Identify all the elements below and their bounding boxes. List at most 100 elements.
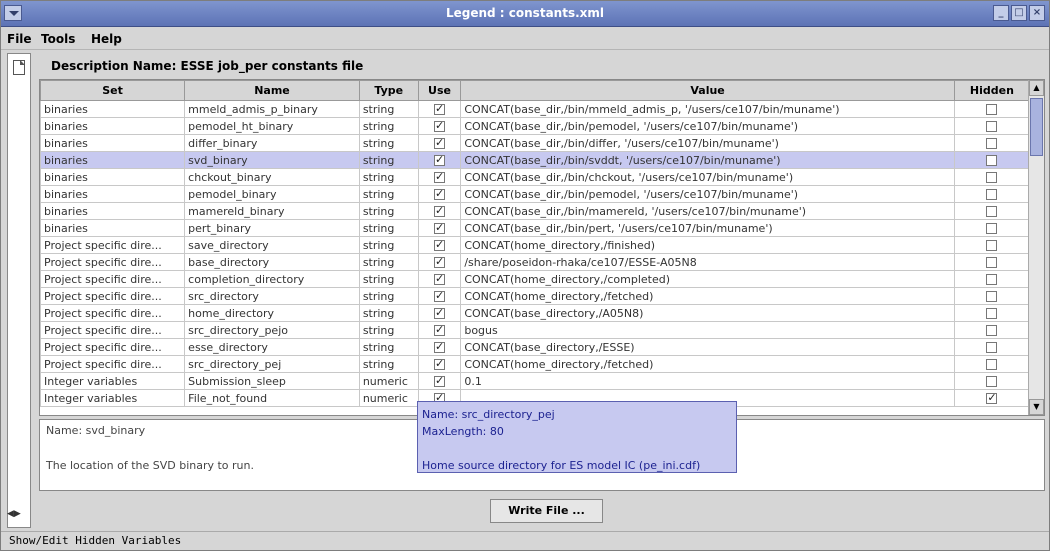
hidden-checkbox[interactable] xyxy=(986,376,998,387)
cell-set[interactable]: Project specific dire... xyxy=(40,253,186,271)
cell-set[interactable]: Project specific dire... xyxy=(40,304,186,322)
cell-type[interactable]: string xyxy=(358,134,419,152)
column-header-name[interactable]: Name xyxy=(184,80,360,101)
hidden-checkbox[interactable] xyxy=(986,325,998,336)
cell-set[interactable]: Project specific dire... xyxy=(40,338,186,356)
cell-value[interactable]: CONCAT(base_dir,/bin/pemodel, '/users/ce… xyxy=(460,117,955,135)
menu-tools[interactable]: Tools xyxy=(41,32,75,46)
cell-value[interactable]: CONCAT(base_directory,/A05N8) xyxy=(460,304,955,322)
cell-type[interactable]: string xyxy=(358,168,419,186)
hidden-checkbox[interactable] xyxy=(986,172,998,183)
cell-type[interactable]: string xyxy=(358,355,419,373)
use-checkbox[interactable] xyxy=(434,153,446,166)
hidden-checkbox[interactable] xyxy=(986,189,998,200)
use-checkbox[interactable] xyxy=(434,340,446,353)
table-row[interactable]: binariesmamereld_binarystring CONCAT(base… xyxy=(40,202,1031,220)
hidden-checkbox[interactable] xyxy=(986,104,998,115)
cell-set[interactable]: binaries xyxy=(40,100,186,118)
cell-set[interactable]: binaries xyxy=(40,134,186,152)
cell-type[interactable]: string xyxy=(358,253,419,271)
column-header-use[interactable]: Use xyxy=(417,80,462,101)
cell-name[interactable]: mamereld_binary xyxy=(184,202,360,220)
column-header-set[interactable]: Set xyxy=(40,80,186,101)
cell-name[interactable]: home_directory xyxy=(184,304,360,322)
cell-value[interactable]: CONCAT(base_dir,/bin/differ, '/users/ce1… xyxy=(460,134,955,152)
minimize-icon[interactable]: _ xyxy=(993,5,1009,21)
title-bar[interactable]: Legend : constants.xml _ □ × xyxy=(1,1,1049,27)
cell-name[interactable]: save_directory xyxy=(184,236,360,254)
cell-type[interactable]: string xyxy=(358,270,419,288)
column-header-type[interactable]: Type xyxy=(358,80,419,101)
scroll-down-icon[interactable]: ▼ xyxy=(1029,399,1044,415)
cell-name[interactable]: differ_binary xyxy=(184,134,360,152)
cell-type[interactable]: numeric xyxy=(358,389,419,407)
cell-value[interactable]: CONCAT(home_directory,/fetched) xyxy=(460,287,955,305)
cell-type[interactable]: string xyxy=(358,338,419,356)
document-icon[interactable] xyxy=(13,60,25,75)
cell-type[interactable]: string xyxy=(358,202,419,220)
cell-type[interactable]: string xyxy=(358,117,419,135)
cell-type[interactable]: string xyxy=(358,151,419,169)
cell-type[interactable]: string xyxy=(358,185,419,203)
cell-value[interactable]: 0.1 xyxy=(460,372,955,390)
cell-name[interactable]: base_directory xyxy=(184,253,360,271)
cell-set[interactable]: binaries xyxy=(40,202,186,220)
menu-help[interactable]: Help xyxy=(91,32,122,46)
cell-value[interactable]: CONCAT(home_directory,/finished) xyxy=(460,236,955,254)
hidden-checkbox[interactable] xyxy=(986,308,998,319)
hidden-checkbox[interactable] xyxy=(986,138,998,149)
hidden-checkbox[interactable] xyxy=(986,257,998,268)
scroll-up-icon[interactable]: ▲ xyxy=(1029,80,1044,96)
cell-set[interactable]: binaries xyxy=(40,168,186,186)
cell-set[interactable]: Project specific dire... xyxy=(40,355,186,373)
hidden-checkbox[interactable] xyxy=(986,274,998,285)
use-checkbox[interactable] xyxy=(434,357,446,370)
cell-value[interactable]: /share/poseidon-rhaka/ce107/ESSE-A05N8 xyxy=(460,253,955,271)
use-checkbox[interactable] xyxy=(434,136,446,149)
table-row[interactable]: Project specific dire... src_directory_pe… xyxy=(40,321,1031,339)
cell-set[interactable]: Project specific dire... xyxy=(40,236,186,254)
table-row[interactable]: Project specific dire... base_directory st… xyxy=(40,253,1031,271)
close-icon[interactable]: × xyxy=(1029,5,1045,21)
table-row[interactable]: binariespemodel_binarystring CONCAT(base_… xyxy=(40,185,1031,203)
cell-name[interactable]: mmeld_admis_p_binary xyxy=(184,100,360,118)
use-checkbox[interactable] xyxy=(434,204,446,217)
use-checkbox[interactable] xyxy=(434,255,446,268)
cell-value[interactable]: CONCAT(home_directory,/fetched) xyxy=(460,355,955,373)
cell-name[interactable]: src_directory_pej xyxy=(184,355,360,373)
table-row[interactable]: Project specific dire... src_directory_pe… xyxy=(40,355,1031,373)
cell-value[interactable]: CONCAT(base_dir,/bin/svddt, '/users/ce10… xyxy=(460,151,955,169)
cell-type[interactable]: string xyxy=(358,236,419,254)
cell-value[interactable]: CONCAT(home_directory,/completed) xyxy=(460,270,955,288)
cell-set[interactable]: binaries xyxy=(40,151,186,169)
table-row[interactable]: Project specific dire... src_directory str… xyxy=(40,287,1031,305)
use-checkbox[interactable] xyxy=(434,238,446,251)
table-row[interactable]: binariesdiffer_binarystring CONCAT(base_d… xyxy=(40,134,1031,152)
cell-name[interactable]: chckout_binary xyxy=(184,168,360,186)
cell-set[interactable]: Project specific dire... xyxy=(40,270,186,288)
table-row[interactable]: Project specific dire... completion_direc… xyxy=(40,270,1031,288)
cell-name[interactable]: src_directory_pejo xyxy=(184,321,360,339)
cell-set[interactable]: Integer variables xyxy=(40,372,186,390)
cell-name[interactable]: pemodel_binary xyxy=(184,185,360,203)
cell-name[interactable]: pert_binary xyxy=(184,219,360,237)
cell-type[interactable]: string xyxy=(358,100,419,118)
table-row[interactable]: binariesmmeld_admis_p_binarystring CONCAT… xyxy=(40,100,1031,118)
use-checkbox[interactable] xyxy=(434,102,446,115)
table-row[interactable]: Project specific dire... esse_directory st… xyxy=(40,338,1031,356)
use-checkbox[interactable] xyxy=(434,170,446,183)
use-checkbox[interactable] xyxy=(434,374,446,387)
cell-value[interactable]: CONCAT(base_dir,/bin/mamereld, '/users/c… xyxy=(460,202,955,220)
cell-name[interactable]: svd_binary xyxy=(184,151,360,169)
maximize-icon[interactable]: □ xyxy=(1011,5,1027,21)
use-checkbox[interactable] xyxy=(434,187,446,200)
use-checkbox[interactable] xyxy=(434,306,446,319)
menu-file[interactable]: File xyxy=(7,32,32,46)
table-row[interactable]: Integer variables Submission_sleep numeric… xyxy=(40,372,1031,390)
cell-value[interactable]: CONCAT(base_dir,/bin/pemodel, '/users/ce… xyxy=(460,185,955,203)
hidden-checkbox[interactable] xyxy=(986,223,998,234)
use-checkbox[interactable] xyxy=(434,119,446,132)
cell-type[interactable]: numeric xyxy=(358,372,419,390)
use-checkbox[interactable] xyxy=(434,272,446,285)
cell-value[interactable]: CONCAT(base_dir,/bin/mmeld_admis_p, '/us… xyxy=(460,100,955,118)
